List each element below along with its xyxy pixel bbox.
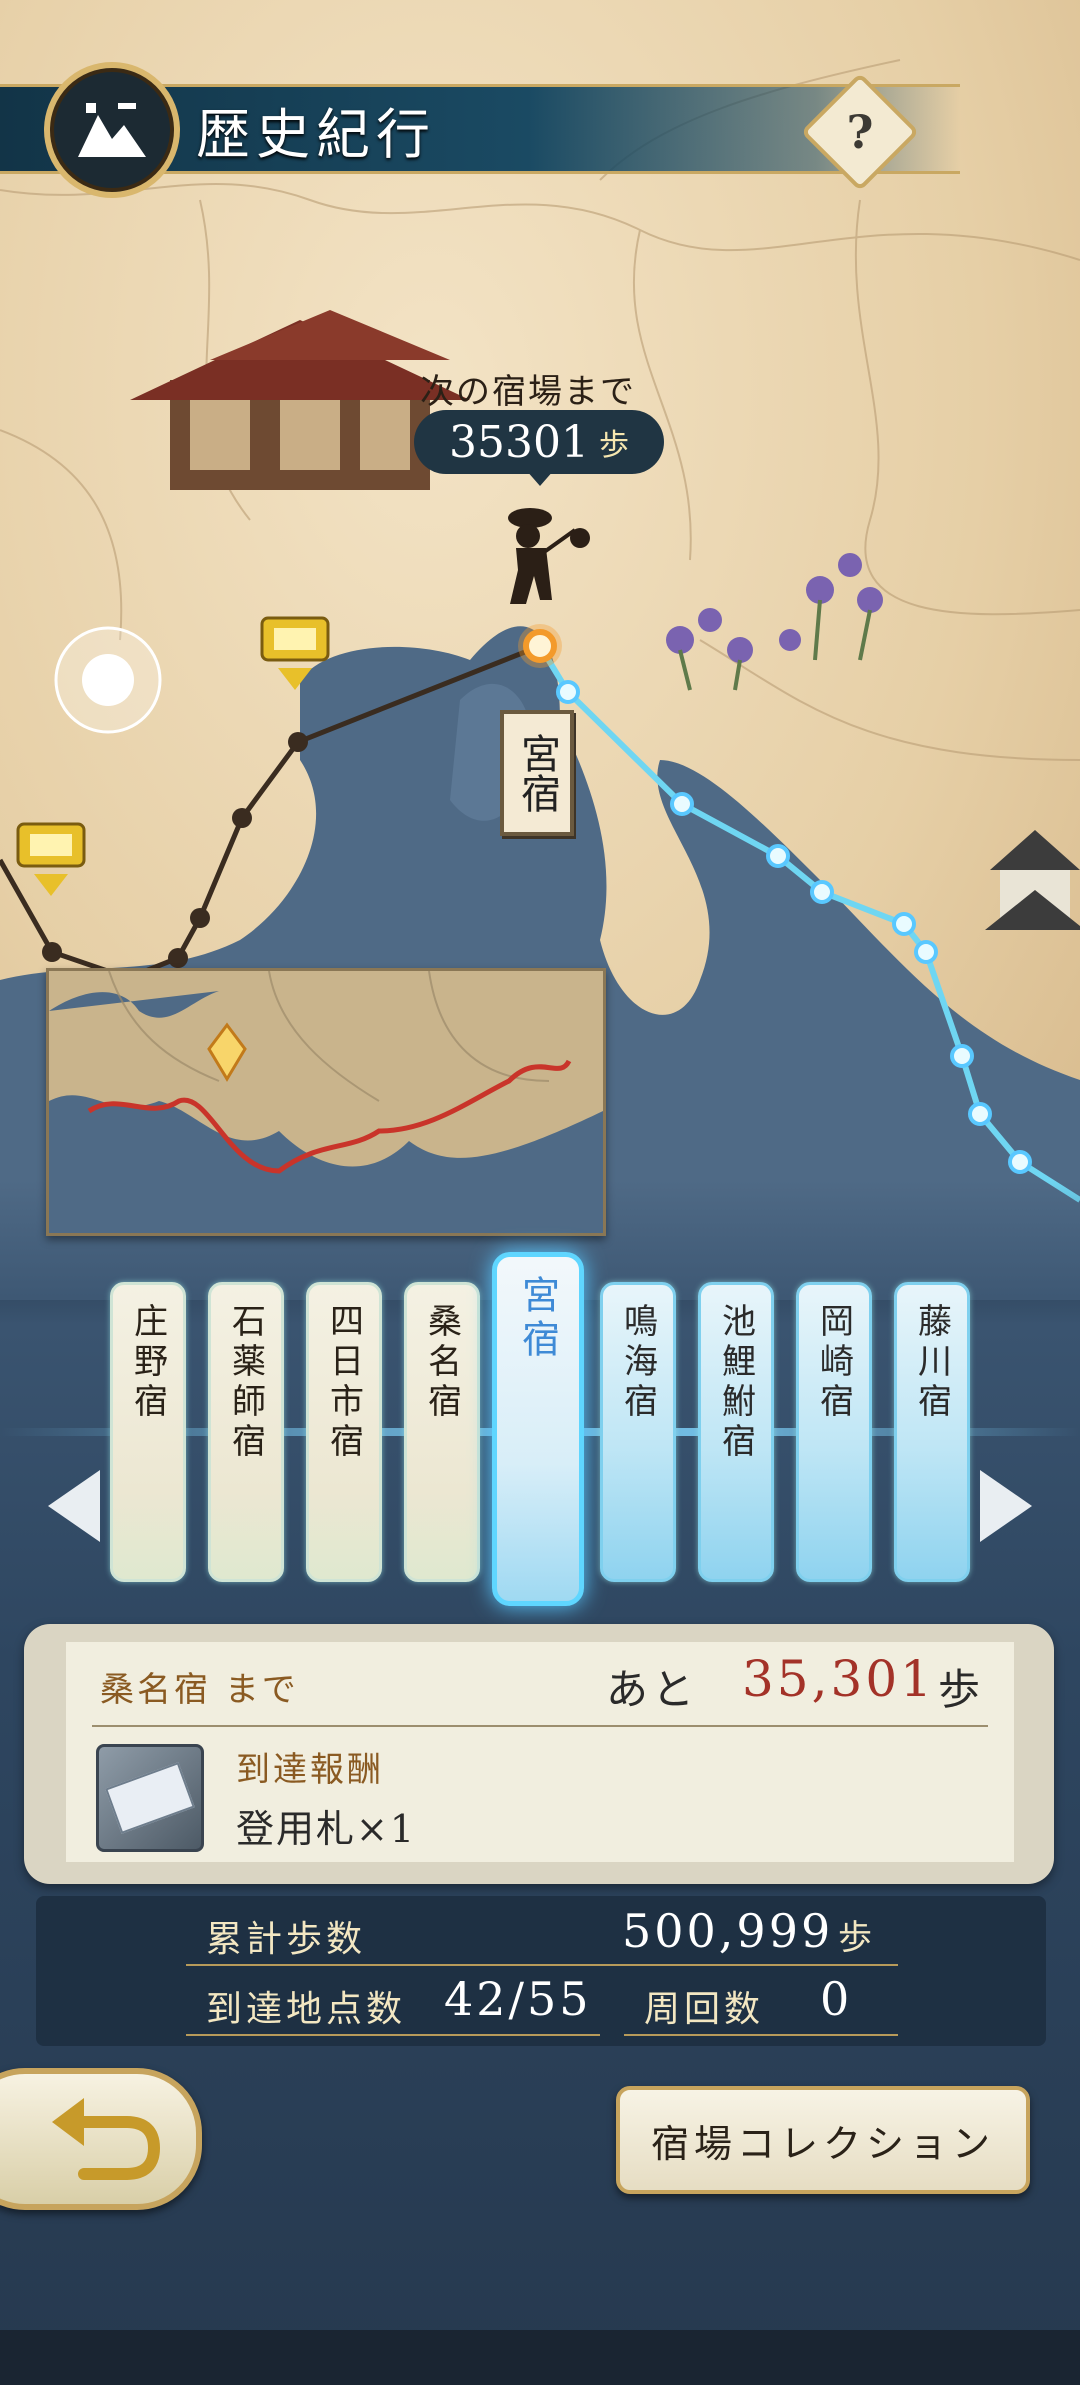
current-node[interactable] xyxy=(523,629,557,663)
station-card-okazaki[interactable]: 岡崎宿 xyxy=(796,1282,872,1582)
minimap[interactable] xyxy=(46,968,606,1236)
total-steps-value: 500,999 xyxy=(622,1904,834,1958)
station-card-chiryu[interactable]: 池鯉鮒宿 xyxy=(698,1282,774,1582)
route-traveled-line xyxy=(0,643,541,981)
remaining-prefix: あと xyxy=(606,1665,699,1714)
station-card-kuwana[interactable]: 桑名宿 xyxy=(404,1282,480,1582)
laps-value: 0 xyxy=(820,1972,853,2026)
return-arrow-icon xyxy=(52,2098,161,2180)
reached-label: 到達地点数 xyxy=(206,1989,407,2030)
info-divider xyxy=(92,1725,988,1727)
station-collection-button[interactable]: 宿場コレクション xyxy=(616,2086,1030,2194)
station-card-miya[interactable]: 宮宿 xyxy=(492,1252,584,1606)
page-title: 歴史紀行 xyxy=(196,103,436,166)
route-node-future[interactable] xyxy=(968,1102,992,1126)
prev-arrow-button[interactable] xyxy=(48,1470,100,1542)
remaining-steps-value: 35,301 xyxy=(742,1650,935,1708)
steps-unit: 歩 xyxy=(598,428,629,463)
route-node[interactable] xyxy=(42,942,62,962)
treasure-marker-icon[interactable] xyxy=(260,616,330,690)
stats-divider xyxy=(624,2034,898,2036)
reached-value: 42/55 xyxy=(444,1972,592,2026)
next-stage-label: 次の宿場まで xyxy=(420,372,636,412)
back-button[interactable] xyxy=(0,2068,202,2210)
route-node-future[interactable] xyxy=(950,1044,974,1068)
route-node-future[interactable] xyxy=(556,680,580,704)
route-node[interactable] xyxy=(168,948,188,968)
remaining-steps-unit: 歩 xyxy=(938,1665,981,1714)
steps-bubble: 35301 歩 xyxy=(414,410,664,486)
station-card-narumi[interactable]: 鳴海宿 xyxy=(600,1282,676,1582)
route-node-future[interactable] xyxy=(892,912,916,936)
treasure-marker-icon[interactable] xyxy=(16,822,86,896)
current-station-sign: 宮宿 xyxy=(500,710,574,836)
traveler-icon xyxy=(508,508,590,604)
route-node-future[interactable] xyxy=(810,880,834,904)
route-node-future[interactable] xyxy=(914,940,938,964)
ticket-icon[interactable] xyxy=(96,1744,204,1852)
station-card-shono[interactable]: 庄野宿 xyxy=(110,1282,186,1582)
route-node-future[interactable] xyxy=(1008,1150,1032,1174)
station-card-fujikawa[interactable]: 藤川宿 xyxy=(894,1282,970,1582)
route-node[interactable] xyxy=(190,908,210,928)
game-screen: 歴史紀行 ? 次の宿場まで 35301 歩 宮宿 庄野宿 石薬師宿 四日市宿 桑… xyxy=(0,0,1080,2385)
bottom-bar xyxy=(0,2330,1080,2385)
stats-divider xyxy=(186,2034,600,2036)
laps-label: 周回数 xyxy=(644,1989,765,2030)
reward-item: 登用札×1 xyxy=(236,1807,417,1851)
station-card-yokkaichi[interactable]: 四日市宿 xyxy=(306,1282,382,1582)
station-card-ishiyakushi[interactable]: 石薬師宿 xyxy=(208,1282,284,1582)
destination-label: 桑名宿 まで xyxy=(100,1670,299,1710)
route-node[interactable] xyxy=(288,732,308,752)
route-node[interactable] xyxy=(232,808,252,828)
next-arrow-button[interactable] xyxy=(980,1470,1032,1542)
minimap-location-icon xyxy=(207,1022,247,1082)
mountain-emblem-icon xyxy=(44,62,180,198)
route-future-line xyxy=(537,644,1080,1203)
help-icon: ? xyxy=(846,105,874,159)
reward-label: 到達報酬 xyxy=(236,1750,384,1790)
steps-remaining-value: 35301 xyxy=(449,416,589,468)
total-steps-label: 累計歩数 xyxy=(206,1919,367,1960)
route-node-future[interactable] xyxy=(670,792,694,816)
stats-divider xyxy=(186,1964,898,1966)
total-steps-unit: 歩 xyxy=(838,1918,872,1958)
route-node-future[interactable] xyxy=(766,844,790,868)
